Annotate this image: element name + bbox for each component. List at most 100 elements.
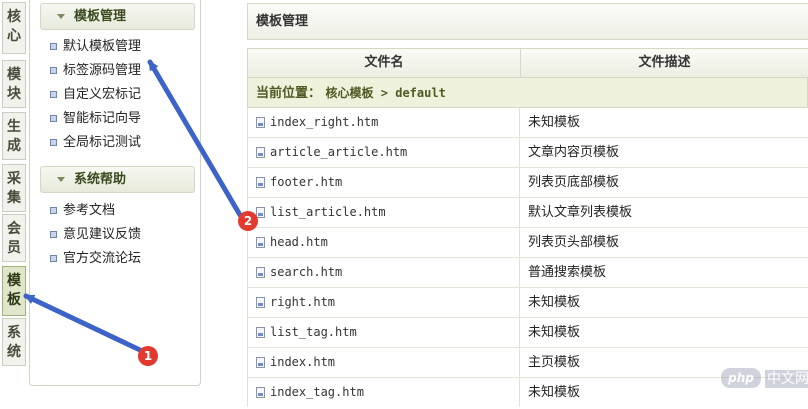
file-icon [256,387,265,398]
menu-section-template-management[interactable]: 模板管理 [40,3,195,30]
menu-item-forum[interactable]: 官方交流论坛 [50,249,141,269]
menu-item-global-test[interactable]: 全局标记测试 [50,133,141,153]
file-icon [256,327,265,338]
file-link[interactable]: list_tag.htm [270,325,357,339]
description-cell: 普通搜索模板 [528,265,607,280]
annotation-badge-1: 1 [138,346,158,366]
tab-generate[interactable]: 生 成 [2,112,26,160]
menu-item-label: 官方交流论坛 [63,251,142,266]
description-cell: 未知模板 [528,295,581,310]
file-link[interactable]: index_right.htm [270,115,378,129]
tab-system-label-1: 系 [7,325,21,341]
file-cell: index_right.htm [247,108,520,137]
chevron-down-icon [57,14,65,19]
watermark-text: 中文网 [765,370,808,388]
menu-item-reference-docs[interactable]: 参考文档 [50,201,115,221]
tab-module-label-1: 模 [7,67,21,83]
left-menu: 模板管理 默认模板管理 标签源码管理 自定义宏标记 智能标记向导 全局标记测试 … [29,0,201,386]
menu-item-label: 默认模板管理 [63,39,142,54]
file-icon [256,147,265,158]
file-icon [256,237,265,248]
table-row: list_tag.htm 未知模板 [247,318,808,348]
tab-system[interactable]: 系 统 [2,318,26,366]
main-panel: 模板管理 文件名 文件描述 当前位置： 核心模板 > default index… [247,0,808,409]
description-cell: 列表页头部模板 [528,235,620,250]
menu-item-label: 智能标记向导 [63,111,142,126]
table-row: head.htm 列表页头部模板 [247,228,808,258]
breadcrumb-path: 核心模板 > default [325,86,446,100]
tab-module[interactable]: 模 块 [2,60,26,108]
file-icon [256,207,265,218]
annotation-badge-2: 2 [238,211,258,231]
table-row: index_right.htm 未知模板 [247,108,808,138]
watermark: php 中文网 [720,367,808,391]
menu-section-title: 模板管理 [74,9,127,24]
tab-template-label-2: 板 [7,292,21,308]
file-cell: index_tag.htm [247,378,520,407]
vertical-tab-bar: 核 心 模 块 生 成 采 集 会 员 模 板 系 统 [0,0,28,409]
file-link[interactable]: footer.htm [270,175,342,189]
menu-item-label: 全局标记测试 [63,135,142,150]
menu-item-default-template[interactable]: 默认模板管理 [50,37,141,57]
menu-item-feedback[interactable]: 意见建议反馈 [50,225,141,245]
file-icon [256,267,265,278]
file-cell: list_tag.htm [247,318,520,347]
tab-member-label-1: 会 [7,221,21,237]
menu-item-label: 标签源码管理 [63,63,142,78]
file-link[interactable]: article_article.htm [270,145,407,159]
file-cell: article_article.htm [247,138,520,167]
file-cell: footer.htm [247,168,520,197]
file-cell: list_article.htm [247,198,520,227]
table-row: list_article.htm 默认文章列表模板 [247,198,808,228]
tab-collect-label-1: 采 [7,171,21,187]
tab-collect[interactable]: 采 集 [2,164,26,212]
table-row: article_article.htm 文章内容页模板 [247,138,808,168]
tab-member-label-2: 员 [7,240,21,256]
menu-item-tag-source[interactable]: 标签源码管理 [50,61,141,81]
description-cell: 列表页底部模板 [528,175,620,190]
bullet-icon [50,255,57,262]
bullet-icon [50,91,57,98]
file-cell: search.htm [247,258,520,287]
tab-member[interactable]: 会 员 [2,214,26,262]
bullet-icon [50,231,57,238]
tab-template-label-1: 模 [7,273,21,289]
file-icon [256,297,265,308]
file-icon [256,117,265,128]
menu-section-system-help[interactable]: 系统帮助 [40,166,195,193]
file-link[interactable]: index.htm [270,355,335,369]
description-cell: 默认文章列表模板 [528,205,633,220]
menu-item-label: 意见建议反馈 [63,227,142,242]
page-title: 模板管理 [247,3,808,40]
menu-item-smart-wizard[interactable]: 智能标记向导 [50,109,141,129]
file-cell: head.htm [247,228,520,257]
tab-generate-label-2: 成 [7,138,21,154]
column-header-description: 文件描述 [520,48,808,78]
file-link[interactable]: head.htm [270,235,328,249]
file-link[interactable]: search.htm [270,265,342,279]
tab-collect-label-2: 集 [7,190,21,206]
menu-item-label: 参考文档 [63,203,116,218]
bullet-icon [50,67,57,74]
description-cell: 未知模板 [528,115,581,130]
table-row: right.htm 未知模板 [247,288,808,318]
file-link[interactable]: right.htm [270,295,335,309]
table-row: search.htm 普通搜索模板 [247,258,808,288]
tab-template[interactable]: 模 板 [2,266,26,316]
bullet-icon [50,43,57,50]
tab-core-label-2: 心 [7,28,21,44]
file-link[interactable]: index_tag.htm [270,385,364,399]
tab-module-label-2: 块 [7,86,21,102]
tab-system-label-2: 统 [7,344,21,360]
description-cell: 未知模板 [528,325,581,340]
tab-core[interactable]: 核 心 [2,2,26,54]
file-link[interactable]: list_article.htm [270,205,386,219]
file-icon [256,357,265,368]
bullet-icon [50,139,57,146]
bullet-icon [50,115,57,122]
chevron-down-icon [57,177,65,182]
breadcrumb-label: 当前位置： [256,86,322,101]
menu-section-title: 系统帮助 [74,172,127,187]
menu-item-label: 自定义宏标记 [63,87,142,102]
menu-item-custom-macro[interactable]: 自定义宏标记 [50,85,141,105]
